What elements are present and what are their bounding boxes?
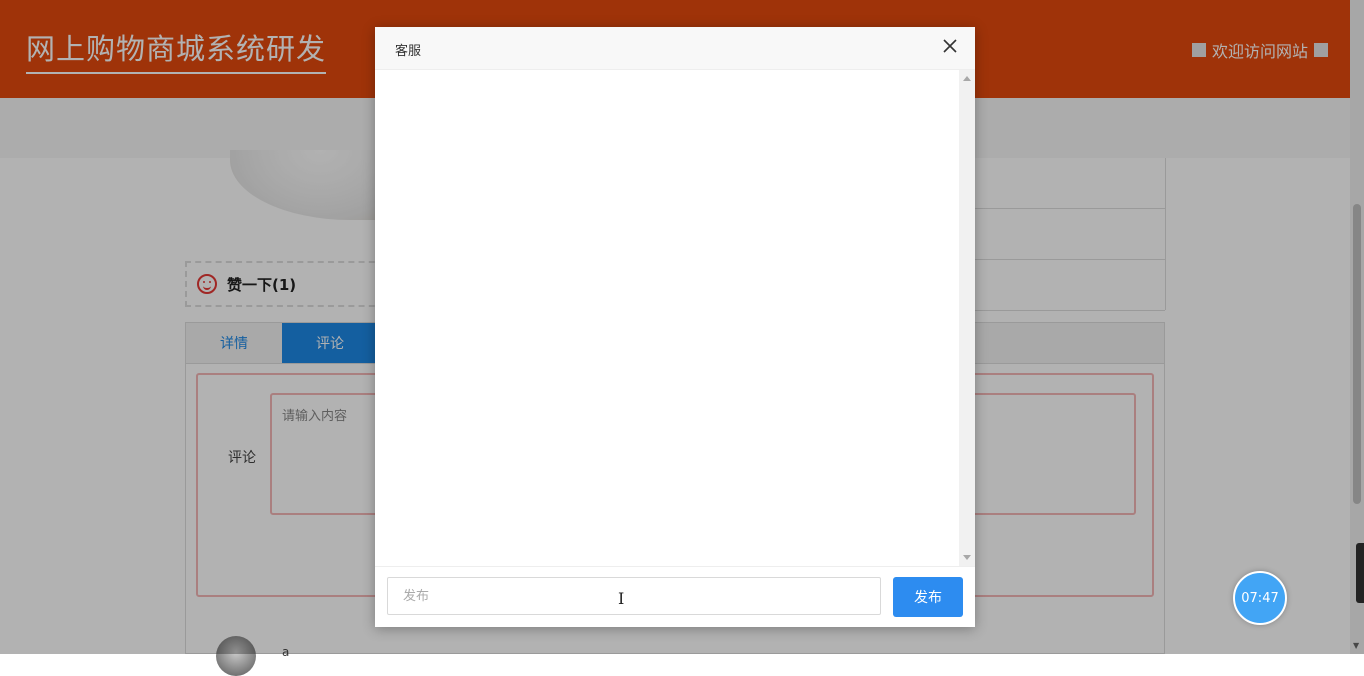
send-button[interactable]: 发布 bbox=[893, 577, 963, 617]
text-cursor-icon: I bbox=[618, 589, 625, 608]
message-input[interactable] bbox=[387, 577, 881, 615]
chat-messages[interactable] bbox=[375, 70, 975, 566]
customer-service-dialog: 客服 发布 bbox=[375, 27, 975, 627]
dialog-header: 客服 bbox=[375, 27, 975, 70]
close-icon-glyph bbox=[943, 39, 957, 53]
dialog-title: 客服 bbox=[395, 44, 422, 59]
scroll-down-icon[interactable] bbox=[963, 555, 971, 560]
clock-widget[interactable]: 07:47 bbox=[1233, 571, 1287, 625]
chat-scrollbar[interactable] bbox=[959, 70, 975, 566]
scroll-up-icon[interactable] bbox=[963, 76, 971, 81]
close-icon[interactable] bbox=[941, 39, 959, 57]
dialog-footer: 发布 bbox=[375, 566, 975, 628]
